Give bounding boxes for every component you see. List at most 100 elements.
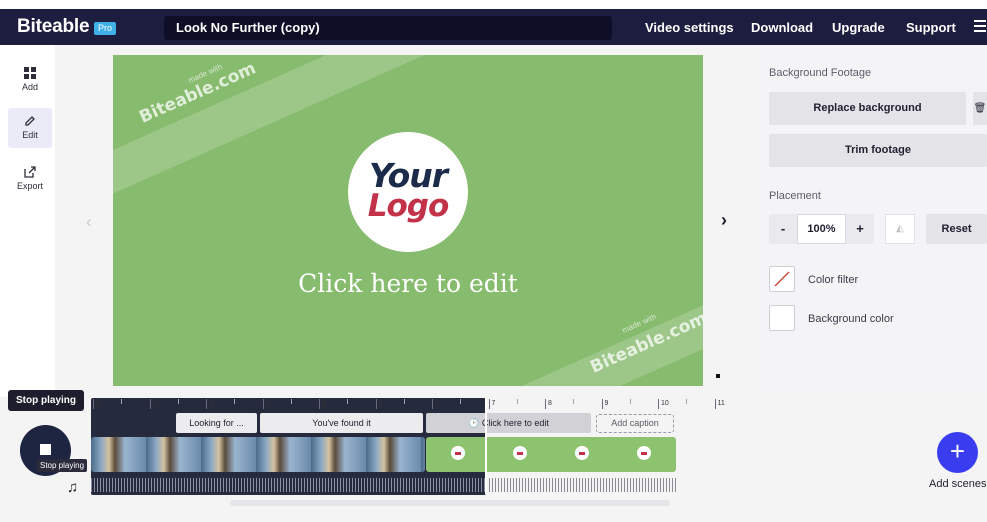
ruler-subtick xyxy=(629,399,631,404)
ruler-tick-label: 4 xyxy=(322,400,326,407)
placement-heading: Placement xyxy=(769,190,821,202)
logo-placeholder[interactable]: Your Logo xyxy=(348,132,468,252)
canvas-area: ‹ Biteable.com made with Biteable.com ma… xyxy=(55,45,757,397)
ruler-tick-label: 5 xyxy=(378,400,383,407)
support-link[interactable]: Support xyxy=(906,20,956,35)
background-footage-heading: Background Footage xyxy=(769,67,872,79)
clip-label-3[interactable]: 🕒 Click here to edit xyxy=(426,413,591,433)
no-filter-icon xyxy=(774,271,790,287)
ruler-subtick xyxy=(177,399,179,404)
zoom-plus-button[interactable]: + xyxy=(846,214,874,244)
sidebar-item-add[interactable]: Add xyxy=(8,60,52,100)
color-filter-swatch[interactable] xyxy=(769,266,795,292)
ruler-tick xyxy=(206,399,207,409)
background-color-swatch[interactable] xyxy=(769,305,795,331)
audio-waveform[interactable] xyxy=(486,478,676,492)
scene-thumbnail xyxy=(451,446,465,460)
ruler-subtick xyxy=(516,399,518,404)
canvas-marker xyxy=(716,374,720,378)
pencil-icon xyxy=(25,116,35,126)
ruler-tick-label: 3 xyxy=(265,400,270,407)
clock-icon: 🕒 xyxy=(468,418,480,428)
ruler-subtick xyxy=(121,399,123,404)
ruler-tick xyxy=(488,399,490,409)
download-link[interactable]: Download xyxy=(751,20,813,35)
audio-waveform-played[interactable] xyxy=(91,478,486,492)
color-filter-label: Color filter xyxy=(808,274,859,286)
video-settings-link[interactable]: Video settings xyxy=(645,20,734,35)
ruler-tick xyxy=(545,399,546,409)
ruler-tick-label: 9 xyxy=(604,400,609,407)
timeline-ruler[interactable]: 0 1 2 3 4 5 6 7 8 9 10 11 xyxy=(91,399,737,413)
stop-icon xyxy=(40,444,51,455)
hamburger-menu-icon[interactable] xyxy=(974,20,986,34)
clip-label-2[interactable]: You've found it xyxy=(260,413,423,433)
pro-badge: Pro xyxy=(94,22,117,35)
sidebar-item-label: Export xyxy=(16,181,43,191)
ruler-tick-label: 1 xyxy=(152,400,157,407)
playhead[interactable] xyxy=(485,398,487,494)
scene-thumbnail xyxy=(637,446,651,460)
ruler-subtick xyxy=(347,399,349,404)
ruler-tick xyxy=(432,399,433,409)
properties-panel: Background Footage Replace background 🗑 … xyxy=(757,45,987,397)
ruler-tick-label: 6 xyxy=(435,400,439,407)
video-clip-strip[interactable] xyxy=(91,437,425,472)
add-scenes-label: Add scenes xyxy=(929,478,987,490)
ruler-tick xyxy=(714,399,716,409)
sidebar-item-export[interactable]: Export xyxy=(8,159,52,199)
stop-playing-hover-tooltip: Stop playing xyxy=(37,459,88,472)
flip-icon[interactable]: ◭ xyxy=(885,214,915,244)
biteable-editor: Biteable Pro Look No Further (copy) Vide… xyxy=(0,0,987,522)
grid-icon xyxy=(24,67,36,79)
clip-label-1[interactable]: Looking for ... xyxy=(176,413,257,433)
trim-footage-button[interactable]: Trim footage xyxy=(769,134,987,167)
music-note-icon[interactable]: ♫ xyxy=(67,479,78,496)
zoom-value-field[interactable]: 100% xyxy=(797,214,846,244)
scene-thumbnail xyxy=(513,446,527,460)
brand-logo[interactable]: Biteable xyxy=(17,16,90,38)
project-title-input[interactable]: Look No Further (copy) xyxy=(164,16,612,40)
ruler-subtick xyxy=(290,399,292,404)
ruler-subtick xyxy=(234,399,236,404)
logo-text-logo: Logo xyxy=(367,188,450,224)
add-scenes-button[interactable]: + xyxy=(937,432,978,473)
ruler-tick xyxy=(658,399,659,409)
clip-label-3-text: Click here to edit xyxy=(481,418,549,428)
export-icon xyxy=(24,166,36,178)
ruler-subtick xyxy=(573,399,575,404)
add-caption-button[interactable]: Add caption xyxy=(596,414,674,433)
scene-caption[interactable]: Click here to edit xyxy=(113,269,703,298)
ruler-tick-label: 0 xyxy=(96,400,100,407)
ruler-subtick xyxy=(686,399,688,404)
left-sidebar: Add Edit Export xyxy=(0,45,55,397)
ruler-tick xyxy=(601,399,603,409)
logo-scene-strip[interactable] xyxy=(426,437,676,472)
reset-button[interactable]: Reset xyxy=(926,214,987,244)
upgrade-link[interactable]: Upgrade xyxy=(832,20,885,35)
ruler-tick xyxy=(319,399,320,409)
previous-scene-icon[interactable]: ‹ xyxy=(86,212,92,232)
sidebar-item-label: Add xyxy=(21,82,38,92)
ruler-tick-label: 11 xyxy=(717,400,725,407)
ruler-tick xyxy=(375,399,377,409)
ruler-tick-label: 8 xyxy=(548,400,552,407)
ruler-tick xyxy=(262,399,264,409)
ruler-tick xyxy=(93,399,94,409)
replace-background-button[interactable]: Replace background xyxy=(769,92,966,125)
trash-icon[interactable]: 🗑 xyxy=(973,92,987,125)
timeline-scrollbar[interactable] xyxy=(230,500,670,506)
ruler-tick-label: 2 xyxy=(209,400,213,407)
ruler-subtick xyxy=(460,399,462,404)
sidebar-item-label: Edit xyxy=(22,130,38,140)
sidebar-item-edit[interactable]: Edit xyxy=(8,108,52,148)
scene-thumbnail xyxy=(575,446,589,460)
stop-playing-tooltip: Stop playing xyxy=(8,390,84,411)
zoom-minus-button[interactable]: - xyxy=(769,214,797,244)
ruler-tick xyxy=(149,399,151,409)
scene-canvas[interactable]: Biteable.com made with Biteable.com made… xyxy=(113,55,703,386)
next-scene-icon[interactable]: › xyxy=(721,210,727,231)
background-color-label: Background color xyxy=(808,313,894,325)
ruler-tick-label: 7 xyxy=(491,400,496,407)
ruler-subtick xyxy=(403,399,405,404)
